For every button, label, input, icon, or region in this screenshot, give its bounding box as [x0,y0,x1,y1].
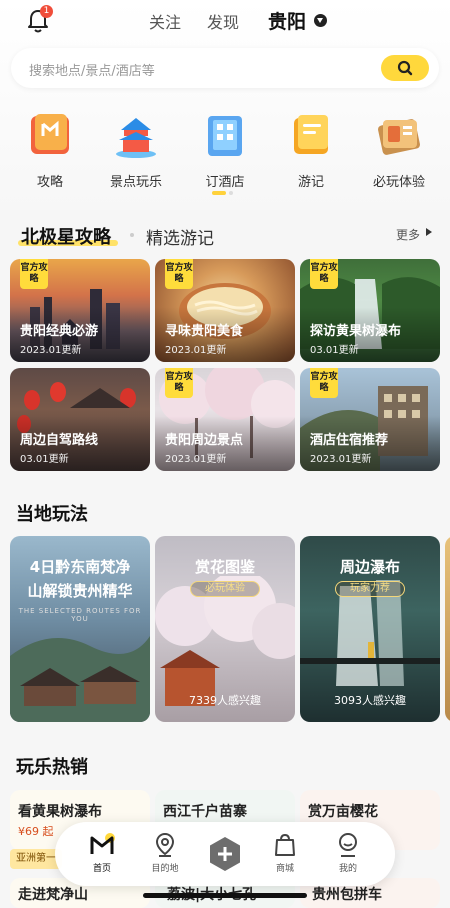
guide-date: 03.01更新 [310,345,359,356]
quick-entry-label: 攻略 [36,175,63,190]
page-dot-active [212,191,226,195]
page-dot [229,191,233,195]
product-title: 贵州包拼车 [312,887,382,903]
city-selector[interactable]: 贵阳 [268,7,306,34]
local-play-card[interactable]: 4日黔东南梵净 山解锁贵州精华 THE SELECTED ROUTES FOR … [10,536,150,722]
guide-date: 2023.01更新 [165,454,227,465]
search-button[interactable] [381,55,429,81]
tab-follow[interactable]: 关注 [149,9,181,33]
local-play-card[interactable]: 赏花图鉴 必玩体验 7339人感兴趣 [155,536,295,722]
quick-entry-experience[interactable]: 必玩体验 [366,110,432,190]
local-play-title: 赏花图鉴 [194,558,255,576]
guide-title: 贵阳经典必游 [20,324,99,339]
profile-icon [339,833,357,857]
shopping-bag-icon [275,833,295,856]
search-icon [397,60,413,76]
product-title: 西江千户苗寨 [163,804,247,820]
quick-entry-guide[interactable]: 攻略 [17,110,83,190]
notebook-icon [294,115,328,154]
local-play-chip: 必玩体验 [190,581,260,597]
tab-polaris-guides[interactable]: 北极星攻略 [21,223,111,249]
home-icon [90,833,115,854]
tab-selected-travelogues[interactable]: 精选游记 [146,224,214,249]
guide-title: 贵阳周边景点 [165,433,244,448]
official-badge: 官方攻略 [310,368,338,398]
village-image [10,636,150,722]
product-title: 看黄果树瀑布 [18,804,102,820]
nav-label: 我的 [338,864,357,874]
quick-entry-label: 游记 [297,175,324,190]
guide-date: 03.01更新 [20,454,69,465]
local-play-title: 4日黔东南梵净 [29,558,131,576]
tab-separator [130,233,134,237]
quick-entry-travelogue[interactable]: 游记 [278,110,344,190]
home-indicator [143,893,307,898]
guide-title: 寻味贵阳美食 [165,324,244,339]
quick-entry-label: 订酒店 [205,175,245,190]
local-play-card[interactable]: 周边瀑布 玩家力荐 3093人感兴趣 [300,536,440,722]
nav-home[interactable]: 首页 [77,832,127,874]
product-title: 赏万亩樱花 [308,804,378,820]
bottom-navigation: 首页 目的地 商城 我的 [55,822,395,886]
guide-title: 酒店住宿推荐 [310,433,389,448]
product-title: 走进梵净山 [18,887,88,903]
location-pin-icon [155,832,175,857]
search-bar[interactable]: 搜索地点/景点/酒店等 [11,48,439,88]
local-play-card-peek[interactable] [445,536,450,722]
more-link[interactable]: 更多 [396,226,420,243]
nav-label: 商城 [275,864,294,874]
guide-card[interactable]: 官方攻略 贵阳周边景点 2023.01更新 [155,368,295,471]
product-price: ¥69 起 [18,825,54,838]
official-badge: 官方攻略 [310,259,338,289]
nav-label: 目的地 [151,864,179,874]
carousel-dots [212,191,236,210]
guide-date: 2023.01更新 [310,454,372,465]
nav-destination[interactable]: 目的地 [140,832,190,874]
section-title-hot: 玩乐热销 [16,757,88,778]
interest-count: 3093人感兴趣 [334,694,406,707]
tab-discover[interactable]: 发现 [207,9,239,33]
quick-entry-attractions[interactable]: 景点玩乐 [103,110,169,190]
guide-date: 2023.01更新 [20,345,82,356]
local-play-title-line2: 山解锁贵州精华 [27,582,133,600]
guide-card[interactable]: 官方攻略 探访黄果树瀑布 03.01更新 [300,259,440,362]
guide-card[interactable]: 周边自驾路线 03.01更新 [10,368,150,471]
guide-card[interactable]: 官方攻略 寻味贵阳美食 2023.01更新 [155,259,295,362]
guide-card[interactable]: 官方攻略 贵阳经典必游 2023.01更新 [10,259,150,362]
local-play-chip: 玩家力荐 [335,581,405,597]
guide-card[interactable]: 官方攻略 酒店住宿推荐 2023.01更新 [300,368,440,471]
chevron-right-icon[interactable] [426,228,432,236]
quick-entry-label: 景点玩乐 [109,175,162,190]
quick-entry-hotel[interactable]: 订酒店 [192,110,258,190]
temple-icon [116,118,156,158]
official-badge: 官方攻略 [165,368,193,398]
hotel-icon [208,116,242,156]
section-title-local: 当地玩法 [16,504,88,525]
guide-book-icon [31,114,69,154]
quick-entry-label: 必玩体验 [372,175,425,190]
chevron-down-icon[interactable] [314,14,327,27]
official-badge: 官方攻略 [165,259,193,289]
local-play-title: 周边瀑布 [339,558,400,576]
nav-profile[interactable]: 我的 [323,832,373,874]
guide-title: 周边自驾路线 [20,433,99,448]
local-play-subtitle: THE SELECTED ROUTES FOR YOU [18,607,142,623]
guide-title: 探访黄果树瀑布 [310,324,402,339]
top-header: 1 关注 发现 贵阳 [0,0,450,44]
guide-date: 2023.01更新 [165,345,227,356]
interest-count: 7339人感兴趣 [189,694,261,707]
nav-mall[interactable]: 商城 [260,832,310,874]
official-badge: 官方攻略 [20,259,48,289]
add-post-button[interactable] [207,836,243,872]
notification-badge: 1 [40,5,53,18]
nav-label: 首页 [92,864,111,874]
search-input[interactable]: 搜索地点/景点/酒店等 [29,60,155,79]
ticket-icon [378,119,420,155]
